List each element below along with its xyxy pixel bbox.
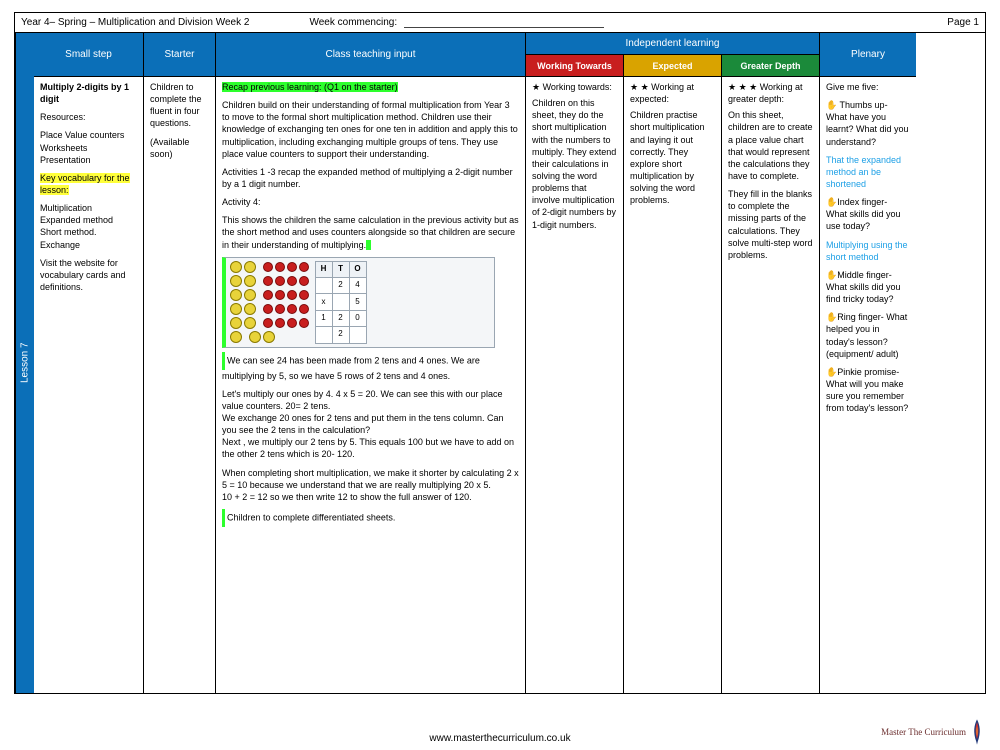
activity-4-label: Activity 4: [222,196,519,208]
resources-label: Resources: [40,111,137,123]
plenary-thumbs-answer: That the expanded method an be shortened [826,154,910,190]
vocab-list: Multiplication Expanded method Short met… [40,202,137,251]
cell-greater-depth: ★ ★ ★ Working at greater depth: On this … [722,77,820,693]
short-multiplication-table: HTO 24 x5 120 2 [315,261,367,344]
starter-availability: (Available soon) [150,136,209,160]
header-independent: Independent learning [526,33,820,55]
input-para-6: Children to complete differentiated shee… [227,512,395,522]
cell-starter: Children to complete the fluent in four … [144,77,216,693]
input-para-5a: When completing short multiplication, we… [222,467,519,491]
header-plenary: Plenary [820,33,916,77]
input-para-1: Children build on their understanding of… [222,99,519,160]
document-header: Year 4– Spring – Multiplication and Divi… [15,13,985,33]
lesson-tab: Lesson 7 [15,33,34,693]
visit-website-note: Visit the website for vocabulary cards a… [40,257,137,293]
input-para-4a: Let's multiply our ones by 4. 4 x 5 = 20… [222,388,519,412]
blank-line [404,17,604,28]
week-commencing-label: Week commencing: [309,17,603,28]
feather-icon [970,718,984,746]
cell-small-step: Multiply 2-digits by 1 digit Resources: … [34,77,144,693]
footer-url: www.masterthecurriculum.co.uk [0,733,1000,744]
plenary-middle: ✋Middle finger- What skills did you find… [826,269,910,305]
plenary-pinkie: ✋Pinkie promise- What will you make sure… [826,366,910,415]
gd-stars: ★ ★ ★ Working at greater depth: [728,81,813,105]
subheader-working-towards: Working Towards [526,55,624,77]
small-step-title: Multiply 2-digits by 1 digit [40,82,129,104]
input-para-3: We can see 24 has been made from 2 tens … [222,355,480,381]
plenary-thumbs: ✋ Thumbs up- What have you learnt? What … [826,99,910,148]
starter-text: Children to complete the fluent in four … [150,81,209,130]
plenary-index: ✋Index finger- What skills did you use t… [826,196,910,232]
ex-body: Children practise short multiplication a… [630,109,715,206]
brand-text: Master The Curriculum [881,727,966,737]
gd-body-2: They fill in the blanks to complete the … [728,188,813,261]
header-small-step: Small step [34,33,144,77]
header-class-input: Class teaching input [216,33,526,77]
wt-stars: ★ Working towards: [532,81,617,93]
input-para-5b: 10 + 2 = 12 so we then write 12 to show … [222,491,519,503]
key-vocab-highlight: Key vocabulary for the lesson: [40,173,130,195]
ex-stars: ★ ★ Working at expected: [630,81,715,105]
plenary-ring: ✋Ring finger- What helped you in today's… [826,311,910,360]
counters-grid [230,261,309,344]
place-value-diagram: HTO 24 x5 120 2 [222,257,495,348]
plenary-give-me-five: Give me five: [826,81,910,93]
cell-working-towards: ★ Working towards: Children on this shee… [526,77,624,693]
gd-body-1: On this sheet, children are to create a … [728,109,813,182]
wt-body: Children on this sheet, they do the shor… [532,97,617,231]
subheader-expected: Expected [624,55,722,77]
cell-expected: ★ ★ Working at expected: Children practi… [624,77,722,693]
plenary-index-answer: Multiplying using the short method [826,239,910,263]
doc-title: Year 4– Spring – Multiplication and Divi… [21,17,249,28]
cell-class-input: Recap previous learning: (Q1 on the star… [216,77,526,693]
page-number: Page 1 [947,17,979,28]
input-para-4c: Next , we multiply our 2 tens by 5. This… [222,436,519,460]
input-para-2: Activities 1 -3 recap the expanded metho… [222,166,519,190]
header-starter: Starter [144,33,216,77]
input-para-4b: We exchange 20 ones for 2 tens and put t… [222,412,519,436]
resources-list: Place Value counters Worksheets Presenta… [40,129,137,165]
cell-plenary: Give me five: ✋ Thumbs up- What have you… [820,77,916,693]
brand-logo: Master The Curriculum [881,718,984,746]
recap-highlight: Recap previous learning: (Q1 on the star… [222,82,398,92]
subheader-greater-depth: Greater Depth [722,55,820,77]
